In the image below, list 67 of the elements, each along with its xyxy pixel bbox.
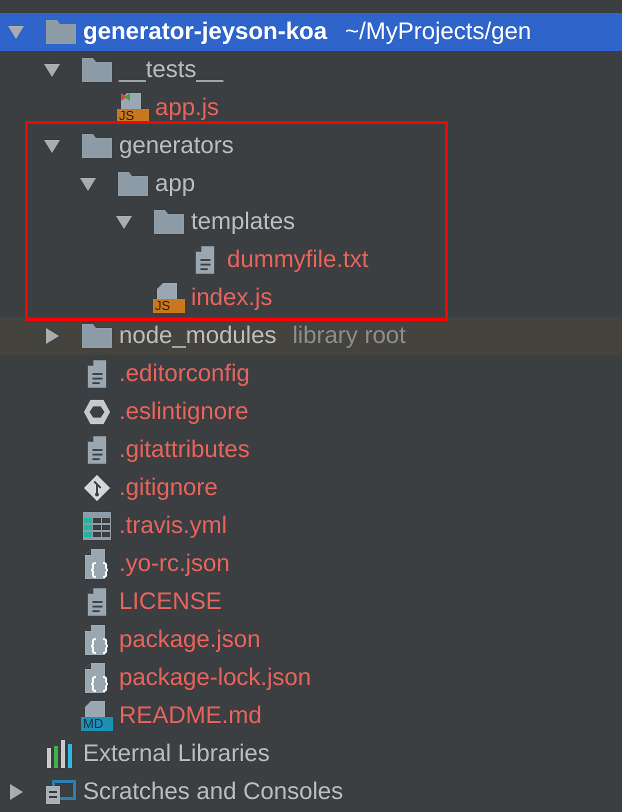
json-file-icon [83, 663, 111, 693]
folder-icon [82, 134, 112, 158]
tree-row[interactable]: package.json [0, 621, 622, 659]
node-name: templates [191, 207, 296, 237]
node-name: __tests__ [119, 55, 224, 85]
node-name: generators [119, 131, 234, 161]
tree-row[interactable]: .gitignore [0, 469, 622, 507]
tree-row[interactable]: JS index.js [0, 279, 622, 317]
node-name: app.js [155, 93, 220, 123]
tree-row[interactable]: Scratches and Consoles [0, 773, 622, 811]
library-root-label: library root [292, 321, 406, 351]
node-name: .travis.yml [119, 511, 227, 541]
tree-row[interactable]: MD README.md [0, 697, 622, 735]
node-name: index.js [191, 283, 272, 313]
tree-row[interactable]: LICENSE [0, 583, 622, 621]
expand-arrow-icon[interactable] [8, 784, 24, 800]
tree-row[interactable]: External Libraries [0, 735, 622, 773]
node-name: .gitattributes [119, 435, 250, 465]
table-icon [83, 512, 111, 540]
node-name: .editorconfig [119, 359, 250, 389]
tree-row[interactable]: node_modules library root [0, 317, 622, 355]
folder-icon [82, 324, 112, 348]
tree-row[interactable]: generator-jeyson-koa ~/MyProjects/gen [0, 13, 622, 51]
scratches-icon [46, 778, 76, 806]
project-path: ~/MyProjects/gen [345, 17, 532, 47]
tree-row[interactable]: app [0, 165, 622, 203]
tree-row[interactable]: .editorconfig [0, 355, 622, 393]
git-icon [83, 474, 111, 502]
node-name: package-lock.json [119, 663, 312, 693]
collapse-arrow-icon[interactable] [80, 176, 96, 192]
node-name: generator-jeyson-koa [83, 17, 328, 47]
expand-arrow-icon[interactable] [44, 328, 60, 344]
folder-icon [82, 58, 112, 82]
tree-row[interactable]: package-lock.json [0, 659, 622, 697]
tree-row[interactable]: __tests__ [0, 51, 622, 89]
node-name: External Libraries [83, 739, 270, 769]
tree-row[interactable]: templates [0, 203, 622, 241]
tree-row[interactable]: JS app.js [0, 89, 622, 127]
tree-row[interactable]: .yo-rc.json [0, 545, 622, 583]
node-name: app [155, 169, 196, 199]
text-file-icon [86, 588, 108, 616]
json-file-icon [83, 625, 111, 655]
folder-icon [46, 20, 76, 44]
tree-row[interactable]: dummyfile.txt [0, 241, 622, 279]
collapse-arrow-icon[interactable] [44, 138, 60, 154]
node-name: dummyfile.txt [227, 245, 368, 275]
node-name: .gitignore [119, 473, 218, 503]
node-name: package.json [119, 625, 260, 655]
node-name: LICENSE [119, 587, 222, 617]
node-name: Scratches and Consoles [83, 777, 344, 807]
text-file-icon [194, 246, 216, 274]
hexagon-icon [83, 398, 111, 426]
json-file-icon [83, 549, 111, 579]
tree-row[interactable]: .eslintignore [0, 393, 622, 431]
folder-icon [154, 210, 184, 234]
tree-row[interactable]: generators [0, 127, 622, 165]
folder-icon [118, 172, 148, 196]
node-name: .eslintignore [119, 397, 248, 427]
node-name: README.md [119, 701, 262, 731]
collapse-arrow-icon[interactable] [44, 62, 60, 78]
text-file-icon [86, 436, 108, 464]
node-name: node_modules [119, 321, 276, 351]
node-name: .yo-rc.json [119, 549, 230, 579]
tree-row[interactable]: .gitattributes [0, 431, 622, 469]
tree-row[interactable]: .travis.yml [0, 507, 622, 545]
collapse-arrow-icon[interactable] [116, 214, 132, 230]
text-file-icon [86, 360, 108, 388]
